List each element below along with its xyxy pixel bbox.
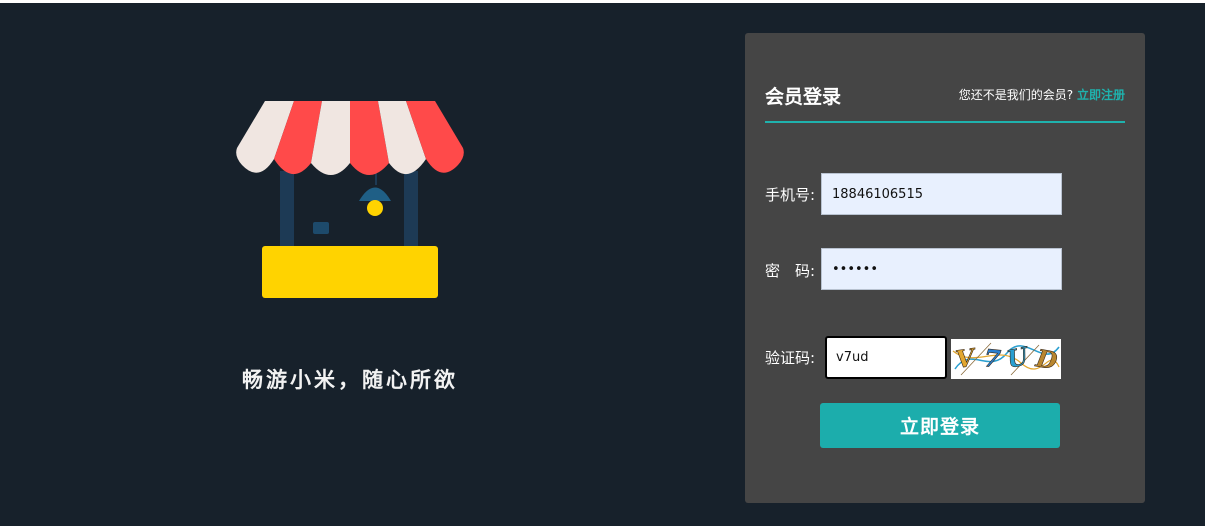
register-prompt: 您还不是我们的会员? 立即注册 [959,86,1125,103]
login-title: 会员登录 [765,86,842,108]
title-underline [765,121,1125,123]
phone-input[interactable] [821,173,1062,215]
shop-stall-icon [234,101,466,301]
password-input[interactable] [821,248,1062,290]
register-link[interactable]: 立即注册 [1077,88,1125,102]
password-label: 密 码: [765,262,816,280]
login-button[interactable]: 立即登录 [820,403,1060,448]
slogan: 畅游小米，随心所欲 [242,367,458,392]
captcha-label: 验证码: [765,349,816,367]
register-prompt-text: 您还不是我们的会员? [958,88,1074,102]
captcha-image[interactable]: V 7U D [951,339,1061,379]
top-strip [0,0,1205,3]
captcha-input[interactable] [825,336,947,379]
phone-label: 手机号: [765,186,816,204]
login-panel: 会员登录 您还不是我们的会员? 立即注册 手机号: 密 码: 验证码: V7UD… [745,33,1145,503]
captcha-char: 7 [982,343,1002,374]
